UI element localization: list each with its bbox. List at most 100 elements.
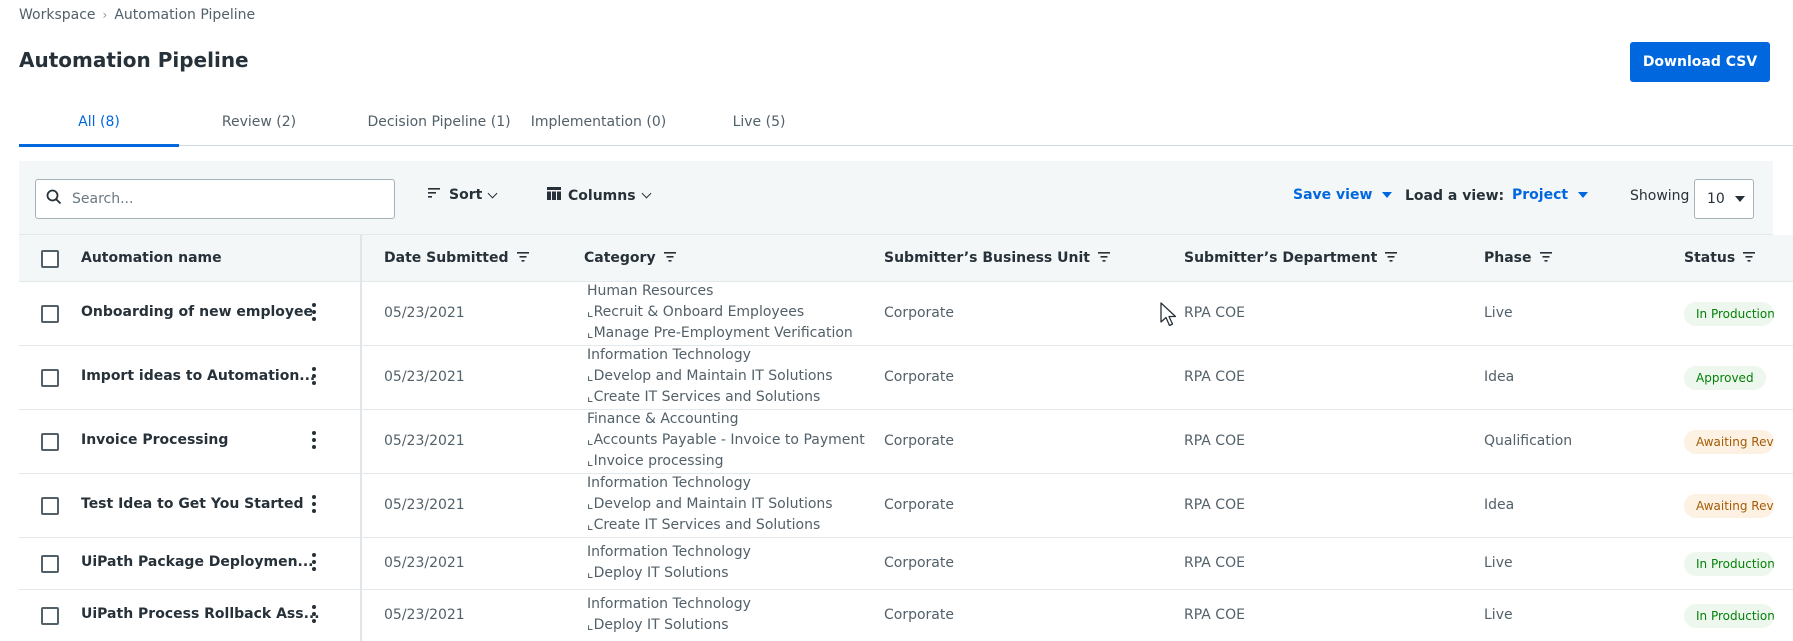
- row-checkbox[interactable]: [41, 607, 59, 625]
- column-header-name[interactable]: Automation name: [81, 250, 222, 266]
- showing-label: Showing: [1630, 188, 1690, 204]
- department: RPA COE: [1184, 607, 1245, 623]
- status-badge: In Production: [1684, 552, 1774, 576]
- more-options-icon[interactable]: [312, 431, 316, 449]
- category-level-3: Invoice processing: [593, 453, 724, 469]
- table-row[interactable]: UiPath Process Rollback Ass... 05/23/202…: [19, 590, 1793, 641]
- date-submitted: 05/23/2021: [384, 305, 465, 321]
- date-submitted: 05/23/2021: [384, 497, 465, 513]
- automation-name[interactable]: UiPath Process Rollback Ass...: [81, 606, 320, 622]
- automation-name[interactable]: Import ideas to Automation...: [81, 368, 315, 384]
- columns-label: Columns: [568, 187, 636, 204]
- filter-icon[interactable]: [1743, 250, 1756, 266]
- row-checkbox[interactable]: [41, 497, 59, 515]
- category-level-1: Information Technology: [587, 544, 751, 560]
- page-size-select[interactable]: 10: [1694, 179, 1754, 219]
- more-options-icon[interactable]: [312, 553, 316, 571]
- date-submitted: 05/23/2021: [384, 369, 465, 385]
- phase: Live: [1484, 555, 1513, 571]
- filter-icon[interactable]: [1385, 250, 1398, 266]
- table-row[interactable]: Import ideas to Automation... 05/23/2021…: [19, 346, 1793, 410]
- caret-down-icon: [1578, 192, 1589, 198]
- department: RPA COE: [1184, 433, 1245, 449]
- save-view-button[interactable]: Save view: [1293, 187, 1393, 203]
- column-header-date[interactable]: Date Submitted: [384, 250, 529, 266]
- automation-name[interactable]: Invoice Processing: [81, 432, 228, 448]
- category-level-1: Information Technology: [587, 596, 751, 612]
- chevron-down-icon: [641, 188, 651, 199]
- frozen-column-divider: [360, 235, 362, 641]
- business-unit: Corporate: [884, 555, 954, 571]
- load-view-value: Project: [1512, 187, 1569, 203]
- date-submitted: 05/23/2021: [384, 607, 465, 623]
- column-header-phase[interactable]: Phase: [1484, 250, 1552, 266]
- filter-icon[interactable]: [663, 250, 676, 266]
- breadcrumb-workspace[interactable]: Workspace: [19, 7, 96, 23]
- status-badge: Awaiting Review: [1684, 494, 1774, 518]
- load-view-label: Load a view:: [1405, 188, 1505, 204]
- status-badge: Approved: [1684, 366, 1766, 390]
- tab-bar: All (8) Review (2) Decision Pipeline (1)…: [19, 98, 1793, 147]
- breadcrumb: Workspace › Automation Pipeline: [19, 7, 255, 23]
- load-view-dropdown[interactable]: Project: [1512, 187, 1589, 203]
- business-unit: Corporate: [884, 607, 954, 623]
- caret-down-icon: [1734, 196, 1745, 202]
- page-title: Automation Pipeline: [19, 48, 249, 72]
- category-level-2: Develop and Maintain IT Solutions: [593, 496, 833, 512]
- table-row[interactable]: Invoice Processing 05/23/2021 Finance & …: [19, 410, 1793, 474]
- more-options-icon[interactable]: [312, 303, 316, 321]
- column-header-department[interactable]: Submitter’s Department: [1184, 250, 1398, 266]
- sort-label: Sort: [449, 187, 483, 203]
- more-options-icon[interactable]: [312, 495, 316, 513]
- more-options-icon[interactable]: [312, 367, 316, 385]
- automation-name[interactable]: UiPath Package Deploymen...: [81, 554, 314, 570]
- status-badge: Awaiting Review: [1684, 430, 1774, 454]
- select-all-checkbox[interactable]: [41, 250, 59, 268]
- table-row[interactable]: Onboarding of new employee 05/23/2021 Hu…: [19, 282, 1793, 346]
- row-checkbox[interactable]: [41, 555, 59, 573]
- department: RPA COE: [1184, 369, 1245, 385]
- category-level-2: Recruit & Onboard Employees: [593, 304, 805, 320]
- automation-name[interactable]: Test Idea to Get You Started: [81, 496, 304, 512]
- category-level-3: Create IT Services and Solutions: [593, 517, 821, 533]
- tab-all[interactable]: All (8): [19, 98, 179, 147]
- category-level-2: Develop and Maintain IT Solutions: [593, 368, 833, 384]
- category-path: Information Technology ⌞Develop and Main…: [587, 345, 833, 408]
- category-level-2: Deploy IT Solutions: [593, 617, 729, 633]
- row-checkbox[interactable]: [41, 433, 59, 451]
- search-box[interactable]: [35, 179, 395, 219]
- date-submitted: 05/23/2021: [384, 433, 465, 449]
- column-header-status[interactable]: Status: [1684, 250, 1756, 266]
- automation-name[interactable]: Onboarding of new employee: [81, 304, 313, 320]
- table-header: Automation name Date Submitted Category …: [19, 235, 1793, 282]
- download-csv-button[interactable]: Download CSV: [1630, 42, 1770, 82]
- category-level-3: Create IT Services and Solutions: [593, 389, 821, 405]
- breadcrumb-current: Automation Pipeline: [114, 7, 256, 23]
- filter-icon[interactable]: [1097, 250, 1110, 266]
- column-header-business-unit[interactable]: Submitter’s Business Unit: [884, 250, 1110, 266]
- department: RPA COE: [1184, 305, 1245, 321]
- tab-live[interactable]: Live (5): [709, 98, 809, 146]
- row-checkbox[interactable]: [41, 369, 59, 387]
- category-path: Information Technology ⌞Develop and Main…: [587, 473, 833, 536]
- department: RPA COE: [1184, 497, 1245, 513]
- more-options-icon[interactable]: [312, 605, 316, 623]
- category-level-1: Human Resources: [587, 283, 714, 299]
- filter-icon[interactable]: [516, 250, 529, 266]
- filter-icon[interactable]: [1539, 250, 1552, 266]
- table-row[interactable]: UiPath Package Deploymen... 05/23/2021 I…: [19, 538, 1793, 590]
- phase: Live: [1484, 305, 1513, 321]
- table-row[interactable]: Test Idea to Get You Started 05/23/2021 …: [19, 474, 1793, 538]
- tab-implementation[interactable]: Implementation (0): [511, 98, 686, 146]
- business-unit: Corporate: [884, 369, 954, 385]
- sort-button[interactable]: Sort: [428, 187, 498, 203]
- column-header-category[interactable]: Category: [584, 250, 676, 266]
- columns-button[interactable]: Columns: [547, 187, 651, 204]
- category-level-2: Deploy IT Solutions: [593, 565, 729, 581]
- category-level-2: Accounts Payable - Invoice to Payment: [593, 432, 865, 448]
- tab-review[interactable]: Review (2): [199, 98, 319, 146]
- tab-decision-pipeline[interactable]: Decision Pipeline (1): [349, 98, 529, 146]
- phase: Live: [1484, 607, 1513, 623]
- row-checkbox[interactable]: [41, 305, 59, 323]
- search-input[interactable]: [72, 191, 372, 207]
